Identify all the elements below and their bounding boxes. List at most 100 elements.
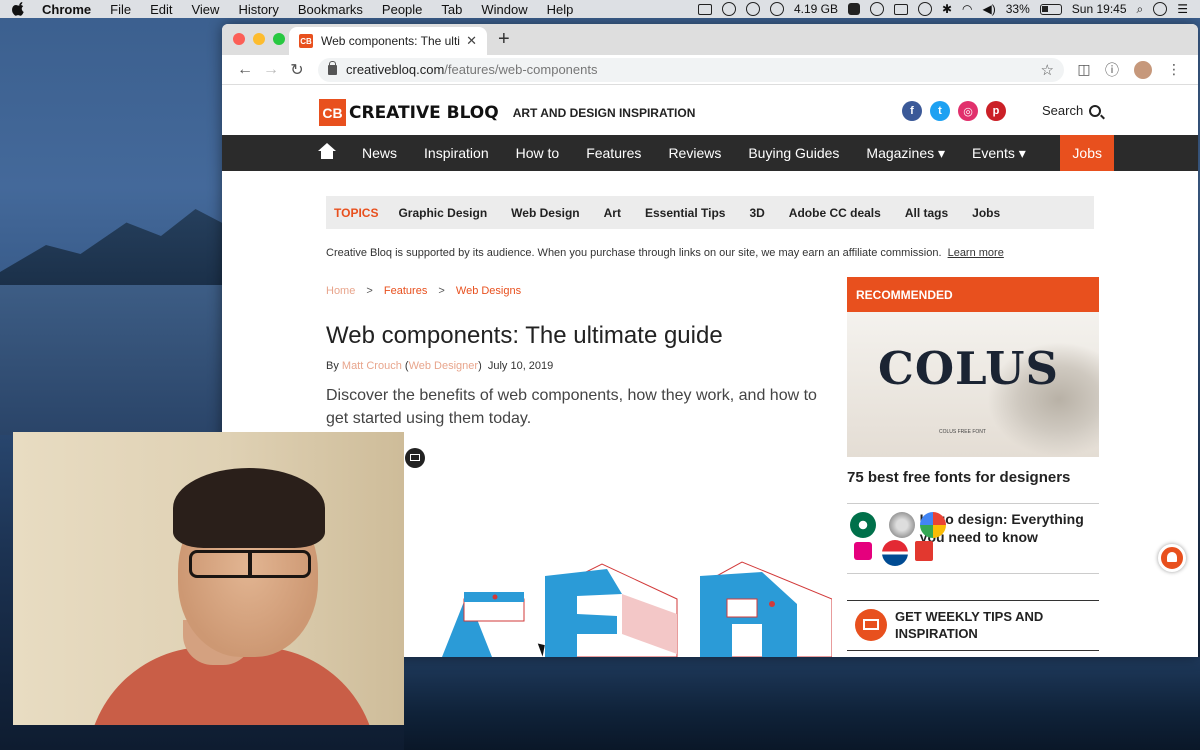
topics-label: TOPICS <box>334 205 379 220</box>
tab-title: Web components: The ultimate <box>321 34 460 48</box>
notification-bell-icon[interactable] <box>1158 544 1186 572</box>
nav-features[interactable]: Features <box>586 145 641 161</box>
battery-percent[interactable]: 33% <box>1006 2 1030 16</box>
site-search-label: Search <box>1042 103 1084 118</box>
topic-adobe-cc-deals[interactable]: Adobe CC deals <box>789 206 881 220</box>
site-logo[interactable]: CB CREATIVE BLOQ ART AND DESIGN INSPIRAT… <box>319 99 695 126</box>
menu-bar: Chrome File Edit View History Bookmarks … <box>0 0 1200 18</box>
menu-history[interactable]: History <box>238 2 278 17</box>
dropbox-icon[interactable] <box>697 3 712 15</box>
author-link[interactable]: Matt Crouch <box>342 360 402 372</box>
byline-by: By <box>326 360 339 372</box>
reload-button[interactable]: ↻ <box>284 60 310 80</box>
back-button[interactable]: ← <box>232 61 258 79</box>
breadcrumb-web-designs[interactable]: Web Designs <box>456 285 521 297</box>
affiliate-text: Creative Bloq is supported by its audien… <box>326 247 942 259</box>
breadcrumb-home[interactable]: Home <box>326 285 355 297</box>
menu-people[interactable]: People <box>382 2 422 17</box>
nav-events[interactable]: Events ▾ <box>972 145 1026 162</box>
twitter-icon[interactable]: t <box>930 101 950 121</box>
nav-jobs[interactable]: Jobs <box>1060 135 1114 171</box>
nav-buying-guides[interactable]: Buying Guides <box>748 145 839 161</box>
topic-all-tags[interactable]: All tags <box>905 206 948 220</box>
nav-how-to[interactable]: How to <box>516 145 560 161</box>
home-icon[interactable] <box>318 143 336 160</box>
extension-icon[interactable]: ⓘ <box>1098 60 1126 80</box>
menu-view[interactable]: View <box>191 2 219 17</box>
site-search-button[interactable]: Search <box>1042 103 1102 118</box>
breadcrumb-features[interactable]: Features <box>384 285 427 297</box>
siri-icon[interactable] <box>1153 2 1168 16</box>
nav-magazines[interactable]: Magazines ▾ <box>866 145 945 162</box>
profile-avatar[interactable] <box>1134 60 1152 79</box>
recommended-image[interactable]: COLUS COLUS FREE FONT <box>847 312 1099 457</box>
envelope-icon <box>855 609 887 641</box>
publication-link[interactable]: Web Designer <box>409 360 479 372</box>
hero-illustration <box>442 561 832 657</box>
topic-art[interactable]: Art <box>604 206 621 220</box>
topic-web-design[interactable]: Web Design <box>511 206 579 220</box>
search-icon <box>1089 104 1102 117</box>
menu-edit[interactable]: Edit <box>150 2 172 17</box>
forward-button[interactable]: → <box>258 61 284 79</box>
volume-icon[interactable]: ◀) <box>983 2 996 16</box>
topic-jobs[interactable]: Jobs <box>972 206 1000 220</box>
nav-reviews[interactable]: Reviews <box>668 145 721 161</box>
wifi-icon[interactable]: ◠ <box>962 2 972 16</box>
article-standfirst: Discover the benefits of web components,… <box>326 387 817 427</box>
window-controls <box>233 33 285 45</box>
hero-window <box>726 598 758 618</box>
spotlight-icon[interactable]: ⌕ <box>1137 2 1144 17</box>
wikipedia-logo-icon <box>889 512 915 538</box>
instagram-icon[interactable]: ◎ <box>958 101 978 121</box>
nav-news[interactable]: News <box>362 145 397 161</box>
zoom-window-button[interactable] <box>273 33 285 45</box>
facebook-icon[interactable]: f <box>902 101 922 121</box>
article-byline: By Matt Crouch (Web Designer) July 10, 2… <box>326 360 554 372</box>
url-host: creativebloq.com <box>346 62 445 77</box>
newsletter-signup[interactable]: GET WEEKLY TIPS AND INSPIRATION <box>847 600 1099 651</box>
logo-design-card[interactable]: Logo design: Everything you need to know <box>847 504 1099 574</box>
close-window-button[interactable] <box>233 33 245 45</box>
address-bar[interactable]: creativebloq.com/features/web-components… <box>318 57 1064 82</box>
battery-icon[interactable] <box>1039 3 1062 15</box>
close-tab-icon[interactable]: ✕ <box>466 33 477 49</box>
eye-icon[interactable] <box>869 2 884 16</box>
menu-file[interactable]: File <box>110 2 131 17</box>
airplay-icon[interactable] <box>893 3 908 15</box>
new-tab-button[interactable]: + <box>498 28 510 51</box>
window-manager-icon[interactable] <box>847 3 860 15</box>
time-machine-icon[interactable] <box>917 2 932 16</box>
topic-essential-tips[interactable]: Essential Tips <box>645 206 725 220</box>
memory-readout[interactable]: 4.19 GB <box>794 2 838 16</box>
info-icon[interactable] <box>769 2 784 16</box>
lock-icon[interactable] <box>328 60 337 75</box>
pocket-icon[interactable]: ◫ <box>1070 61 1098 78</box>
topic-3d[interactable]: 3D <box>749 206 764 220</box>
learn-more-link[interactable]: Learn more <box>948 247 1004 259</box>
minimize-window-button[interactable] <box>253 33 265 45</box>
site-header: CB CREATIVE BLOQ ART AND DESIGN INSPIRAT… <box>222 85 1198 135</box>
bluetooth-icon[interactable]: ✱ <box>942 2 952 16</box>
topic-graphic-design[interactable]: Graphic Design <box>398 206 487 220</box>
notification-center-icon[interactable]: ☰ <box>1177 2 1188 16</box>
share-email-icon[interactable] <box>405 448 425 468</box>
kebab-menu-icon[interactable]: ⋮ <box>1160 61 1188 78</box>
menu-bookmarks[interactable]: Bookmarks <box>298 2 363 17</box>
headphones-icon[interactable] <box>745 2 760 16</box>
menu-tab[interactable]: Tab <box>441 2 462 17</box>
apple-icon[interactable] <box>12 2 26 16</box>
nav-inspiration[interactable]: Inspiration <box>424 145 489 161</box>
brand-logos-thumbnail <box>847 510 946 566</box>
menu-help[interactable]: Help <box>547 2 574 17</box>
dashboard-icon[interactable] <box>721 2 736 16</box>
recommended-title[interactable]: 75 best free fonts for designers <box>847 469 1099 504</box>
bookmark-star-icon[interactable]: ☆ <box>1041 61 1054 79</box>
olympics-logo-icon <box>854 542 872 560</box>
tab-active[interactable]: CB Web components: The ultimate ✕ <box>289 27 487 55</box>
clock[interactable]: Sun 19:45 <box>1072 2 1127 16</box>
pinterest-icon[interactable]: p <box>986 101 1006 121</box>
menu-app-name[interactable]: Chrome <box>42 2 91 17</box>
menu-window[interactable]: Window <box>481 2 527 17</box>
article-title: Web components: The ultimate guide <box>326 322 723 349</box>
